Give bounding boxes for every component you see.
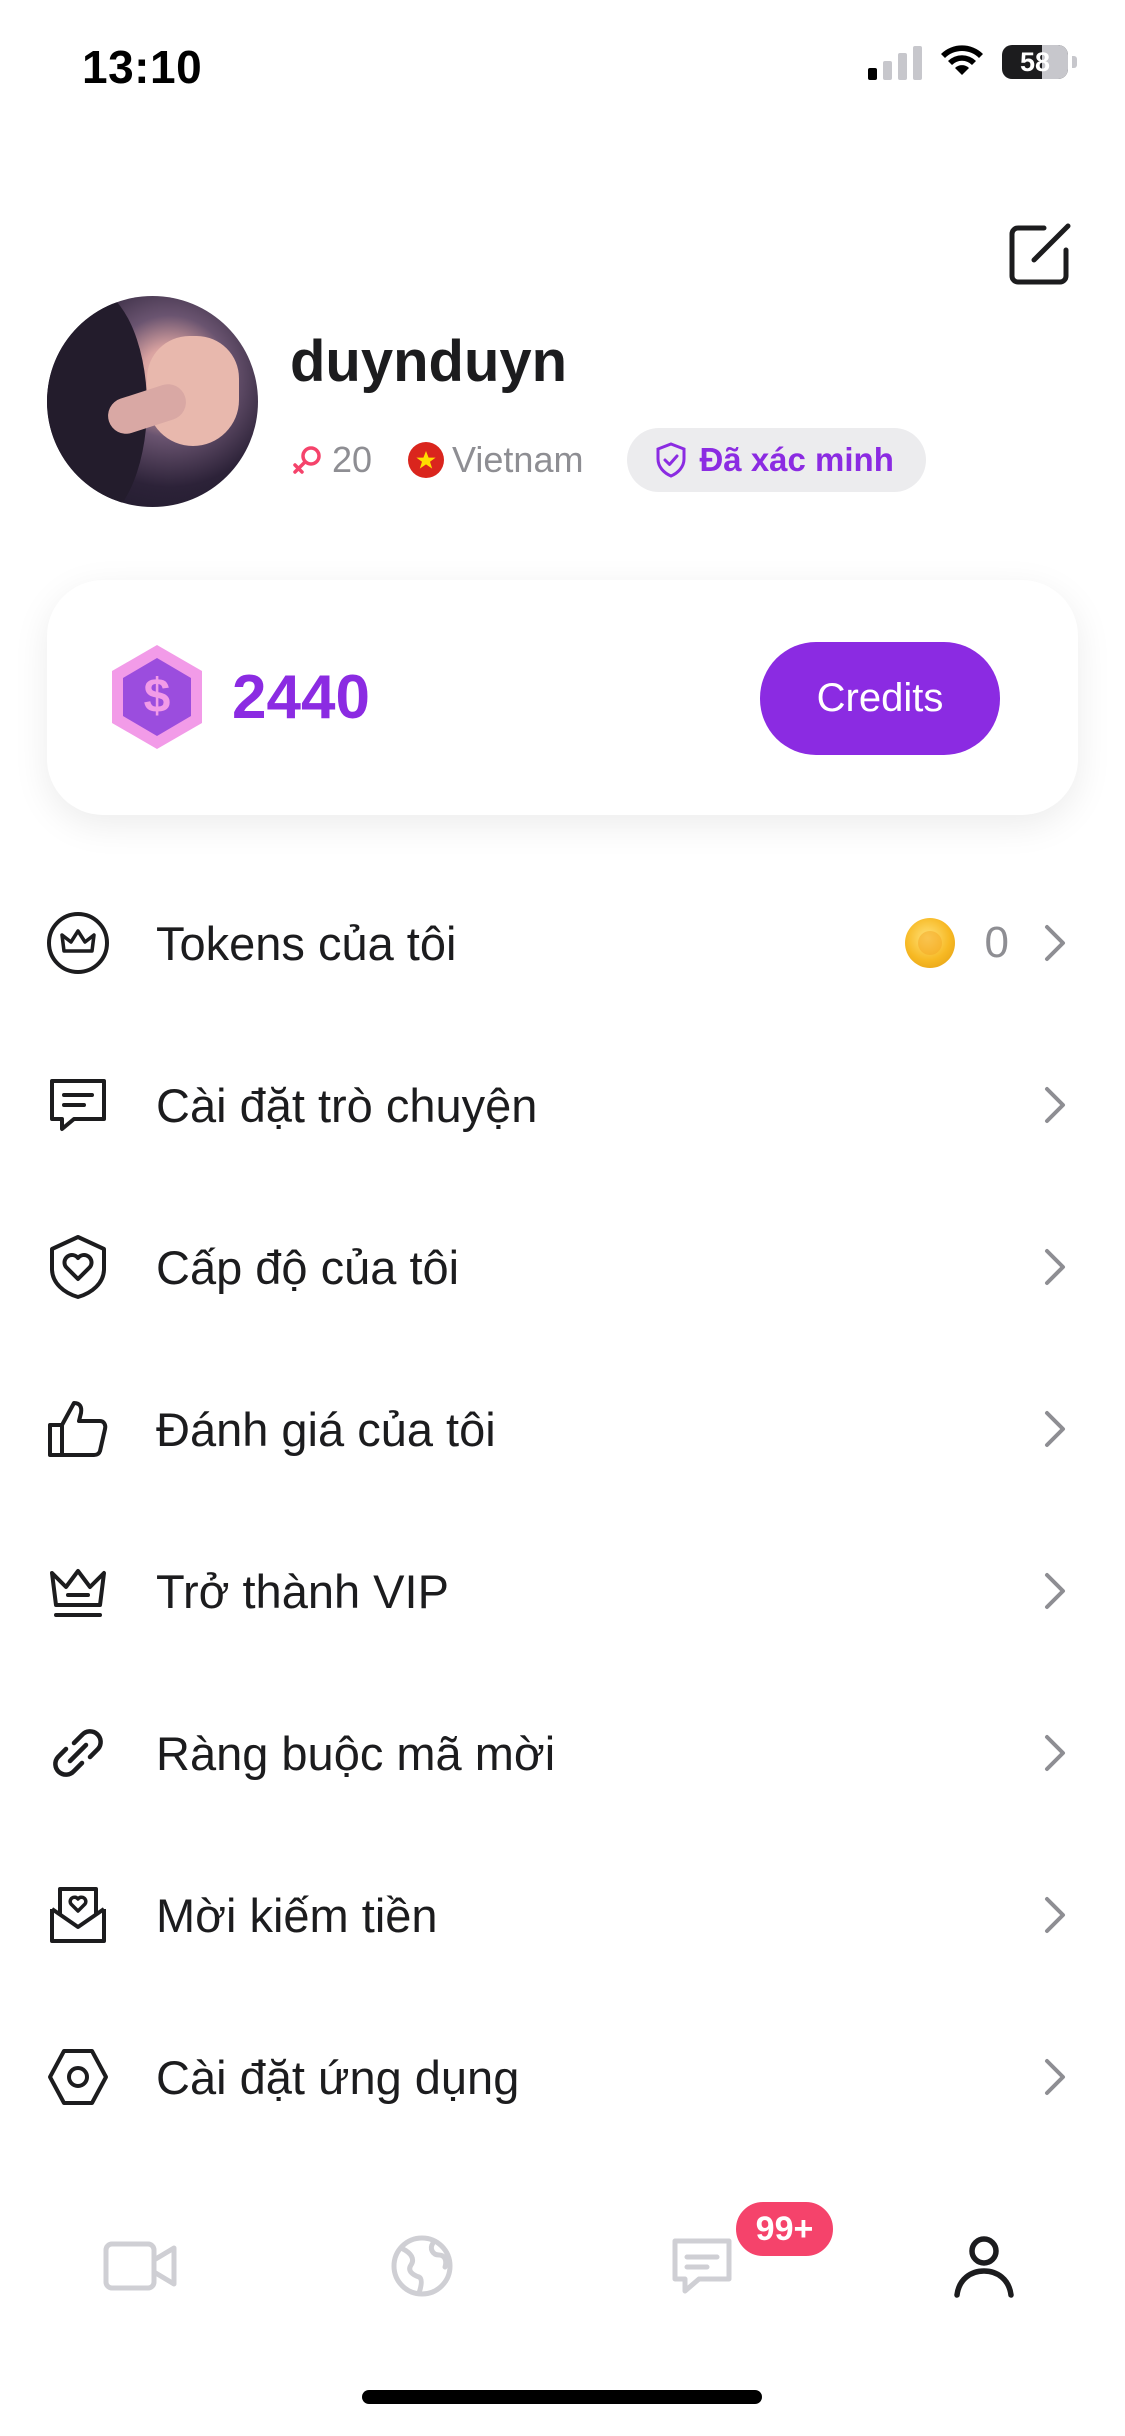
- chevron-right-icon: [1045, 1897, 1065, 1933]
- video-camera-icon: [103, 2241, 177, 2291]
- chevron-right-icon: [1045, 1735, 1065, 1771]
- menu-item-my-level[interactable]: Cấp độ của tôi: [0, 1186, 1125, 1348]
- menu-item-label: Cài đặt trò chuyện: [156, 1078, 538, 1132]
- chevron-right-icon: [1045, 2059, 1065, 2095]
- chevron-right-icon: [1045, 1573, 1065, 1609]
- token-balance: 0: [904, 918, 1009, 968]
- dollar-hexagon-icon: $: [112, 645, 202, 749]
- menu-item-become-vip[interactable]: Trở thành VIP: [0, 1510, 1125, 1672]
- tab-explore[interactable]: [382, 2226, 462, 2306]
- edit-profile-button[interactable]: [1004, 218, 1076, 290]
- username: duynduyn: [290, 329, 568, 394]
- wifi-icon: [941, 45, 983, 75]
- messages-badge: 99+: [732, 2198, 837, 2260]
- menu-item-bind-invite-code[interactable]: Ràng buộc mã mời: [0, 1672, 1125, 1834]
- cellular-signal-icon: [868, 44, 922, 80]
- menu-item-app-settings[interactable]: Cài đặt ứng dụng: [0, 1996, 1125, 2158]
- menu-item-label: Mời kiếm tiền: [156, 1888, 438, 1942]
- mail-heart-icon: [44, 1881, 112, 1949]
- verified-badge: Đã xác minh: [627, 428, 926, 492]
- menu-item-label: Cài đặt ứng dụng: [156, 2050, 520, 2104]
- home-indicator[interactable]: [362, 2390, 762, 2404]
- country: Vietnam: [408, 439, 583, 481]
- link-icon: [44, 1719, 112, 1787]
- menu-item-label: Cấp độ của tôi: [156, 1240, 460, 1294]
- tab-messages[interactable]: [662, 2226, 742, 2306]
- menu-item-chat-settings[interactable]: Cài đặt trò chuyện: [0, 1024, 1125, 1186]
- crown-circle-icon: [44, 909, 112, 977]
- vietnam-flag-icon: [408, 442, 445, 478]
- menu-item-label: Tokens của tôi: [156, 916, 457, 970]
- menu-item-tokens[interactable]: Tokens của tôi 0: [0, 862, 1125, 1024]
- battery-percent: 58: [1019, 46, 1051, 77]
- settings-menu: Tokens của tôi 0 Cài đặt trò chuyện Cấp …: [0, 862, 1125, 2158]
- chevron-right-icon: [1045, 1411, 1065, 1447]
- chat-bubble-icon: [44, 1071, 112, 1139]
- message-icon: [672, 2238, 732, 2294]
- thumbs-up-icon: [44, 1395, 112, 1463]
- verified-label: Đã xác minh: [699, 441, 894, 478]
- menu-item-my-reviews[interactable]: Đánh giá của tôi: [0, 1348, 1125, 1510]
- globe-icon: [391, 2235, 453, 2297]
- credits-button[interactable]: Credits: [760, 642, 1000, 755]
- chevron-right-icon: [1045, 925, 1065, 961]
- tab-profile[interactable]: [944, 2226, 1024, 2306]
- settings-hexagon-icon: [44, 2043, 112, 2111]
- menu-item-label: Ràng buộc mã mời: [156, 1726, 556, 1780]
- female-symbol-icon: [293, 446, 321, 474]
- age: 20: [332, 439, 373, 480]
- crown-icon: [44, 1557, 112, 1625]
- shield-check-icon: [656, 442, 686, 478]
- status-bar: 13:10 58: [0, 0, 1125, 140]
- tab-bar: [0, 2206, 1125, 2326]
- gold-coin-icon: [904, 918, 955, 968]
- credits-value: 2440: [232, 663, 370, 732]
- gender-age: 20: [290, 439, 372, 481]
- person-icon: [954, 2236, 1014, 2298]
- tab-video[interactable]: [100, 2226, 180, 2306]
- avatar[interactable]: [47, 296, 258, 507]
- status-icons: 58: [868, 44, 1077, 80]
- battery-icon: 58: [1002, 45, 1068, 79]
- credits-card: $ 2440 Credits: [47, 580, 1078, 815]
- menu-item-label: Đánh giá của tôi: [156, 1402, 496, 1456]
- menu-item-invite-earn[interactable]: Mời kiếm tiền: [0, 1834, 1125, 1996]
- country-name: Vietnam: [452, 439, 584, 480]
- menu-item-label: Trở thành VIP: [156, 1564, 449, 1618]
- chevron-right-icon: [1045, 1249, 1065, 1285]
- token-count: 0: [984, 918, 1009, 967]
- heart-shield-icon: [44, 1233, 112, 1301]
- chevron-right-icon: [1045, 1087, 1065, 1123]
- profile-meta: 20 Vietnam Đã xác minh: [290, 428, 926, 492]
- edit-icon: [1009, 223, 1071, 285]
- svg-text:$: $: [144, 670, 171, 723]
- status-time: 13:10: [82, 41, 203, 93]
